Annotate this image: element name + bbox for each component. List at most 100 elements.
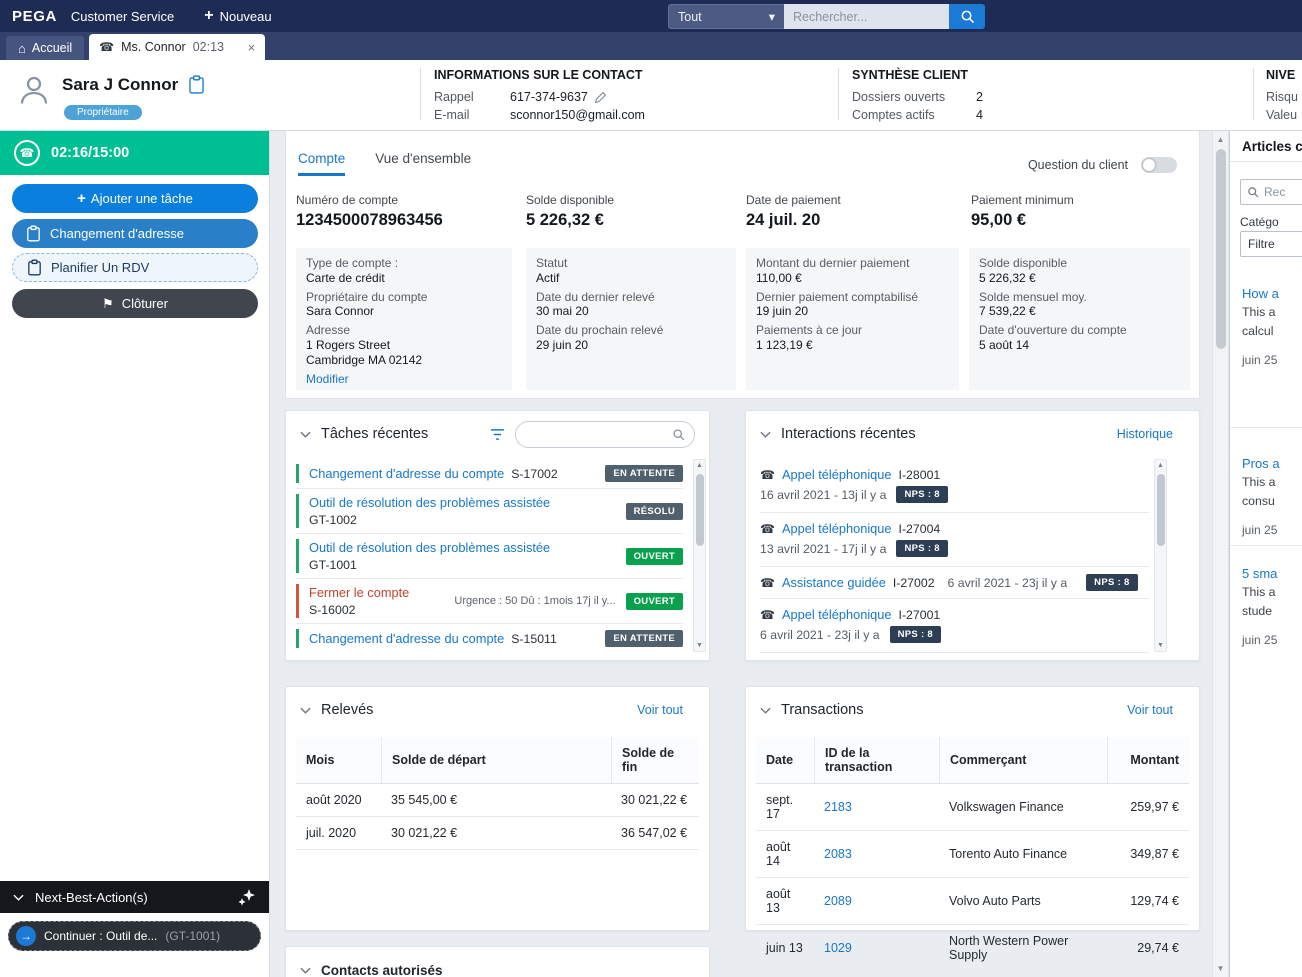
task-urgency-bar bbox=[296, 494, 299, 528]
statements-header: Relevés Voir tout bbox=[286, 687, 709, 733]
email-row: E-mail sconnor150@gmail.com bbox=[434, 108, 645, 122]
category-filter-select[interactable]: Filtre bbox=[1240, 231, 1302, 257]
transaction-row[interactable]: juin 13 1029 North Western Power Supply … bbox=[756, 925, 1189, 972]
nps-badge: NPS : 8 bbox=[889, 626, 941, 643]
interaction-link[interactable]: Appel téléphonique bbox=[782, 607, 892, 622]
task-schedule-appointment-button[interactable]: Planifier Un RDV bbox=[12, 253, 258, 282]
interaction-tab-label: Ms. Connor bbox=[121, 40, 186, 54]
interaction-row[interactable]: ☎ Appel téléphonique I-27001 6 avril 202… bbox=[760, 599, 1149, 653]
search-input[interactable] bbox=[784, 4, 949, 29]
customer-question-toggle[interactable] bbox=[1141, 157, 1177, 173]
transaction-id-link[interactable]: 2083 bbox=[824, 847, 852, 861]
clipboard-icon[interactable] bbox=[189, 75, 204, 94]
article-title-link[interactable]: Pros a bbox=[1242, 456, 1302, 471]
close-tab-icon[interactable]: × bbox=[248, 41, 256, 54]
clipboard-icon bbox=[27, 225, 40, 242]
chevron-down-icon[interactable] bbox=[300, 431, 311, 438]
knowledge-panel-title: Articles c bbox=[1242, 139, 1302, 154]
open-cases-value: 2 bbox=[976, 90, 983, 104]
statement-row[interactable]: août 2020 35 545,00 € 30 021,22 € bbox=[296, 784, 699, 817]
article-title-link[interactable]: How a bbox=[1242, 286, 1302, 301]
scroll-up-icon[interactable]: ▲ bbox=[1213, 135, 1228, 144]
interaction-link[interactable]: Appel téléphonique bbox=[782, 521, 892, 536]
continue-action-button[interactable]: → Continuer : Outil de... (GT-1001) bbox=[8, 921, 261, 951]
search-icon bbox=[673, 428, 685, 440]
transaction-id-link[interactable]: 2183 bbox=[824, 800, 852, 814]
task-link[interactable]: Changement d'adresse du compte bbox=[309, 631, 504, 646]
add-task-button[interactable]: + Ajouter une tâche bbox=[12, 184, 258, 213]
modify-address-link[interactable]: Modifier bbox=[306, 372, 349, 387]
chevron-down-icon[interactable] bbox=[300, 967, 311, 974]
article-date: juin 25 bbox=[1242, 633, 1278, 647]
interaction-tab[interactable]: ☎ Ms. Connor 02:13 × bbox=[89, 34, 266, 60]
scroll-thumb[interactable] bbox=[696, 474, 704, 546]
scroll-up-icon[interactable]: ▲ bbox=[1155, 462, 1166, 469]
task-link[interactable]: Outil de résolution des problèmes assist… bbox=[309, 495, 550, 510]
interaction-link[interactable]: Appel téléphonique bbox=[782, 467, 892, 482]
knowledge-articles-panel: Articles c Catégo Filtre How a This a ca… bbox=[1229, 131, 1302, 977]
wrap-up-button[interactable]: ⚑ Clôturer bbox=[12, 289, 258, 318]
open-cases-label: Dossiers ouverts bbox=[852, 90, 946, 104]
tasks-search-input[interactable] bbox=[515, 420, 695, 448]
statements-view-all-link[interactable]: Voir tout bbox=[637, 703, 695, 717]
tab-vue-densemble[interactable]: Vue d'ensemble bbox=[375, 151, 471, 176]
knowledge-search-input[interactable] bbox=[1264, 185, 1302, 199]
main-scrollbar[interactable]: ▲ ▼ bbox=[1212, 131, 1229, 977]
transactions-table: Date ID de la transaction Commerçant Mon… bbox=[756, 737, 1189, 972]
home-tab[interactable]: ⌂ Accueil bbox=[6, 36, 85, 60]
transaction-row[interactable]: août 13 2089 Volvo Auto Parts 129,74 € bbox=[756, 878, 1189, 925]
balances-card: Solde disponible 5 226,32 € Solde mensue… bbox=[969, 248, 1190, 390]
scroll-down-icon[interactable]: ▼ bbox=[694, 642, 705, 649]
new-button[interactable]: + Nouveau bbox=[204, 8, 271, 24]
task-row[interactable]: Outil de résolution des problèmes assist… bbox=[296, 534, 683, 579]
interaction-row[interactable]: ☎ Appel téléphonique I-27004 13 avril 20… bbox=[760, 513, 1149, 567]
article-title-link[interactable]: 5 sma bbox=[1242, 566, 1302, 581]
transactions-header: Transactions Voir tout bbox=[746, 687, 1199, 733]
active-call-bar: ☎ 02:16/15:00 bbox=[0, 131, 269, 175]
task-row[interactable]: Changement d'adresse du compte S-17002 E… bbox=[296, 459, 683, 489]
next-best-action-bar[interactable]: Next-Best-Action(s) bbox=[0, 881, 269, 913]
interaction-row[interactable]: ☎ Appel téléphonique I-28001 16 avril 20… bbox=[760, 459, 1149, 513]
email-value: sconnor150@gmail.com bbox=[510, 108, 645, 122]
scroll-down-icon[interactable]: ▼ bbox=[1213, 964, 1228, 973]
transaction-id-link[interactable]: 1029 bbox=[824, 941, 852, 955]
scroll-up-icon[interactable]: ▲ bbox=[694, 462, 705, 469]
task-row[interactable]: Changement d'adresse du compte S-15011 E… bbox=[296, 624, 683, 652]
statement-row[interactable]: juil. 2020 30 021,22 € 36 547,02 € bbox=[296, 817, 699, 850]
history-link[interactable]: Historique bbox=[1117, 427, 1185, 441]
interaction-row[interactable]: ☎ Appel téléphonique I-26003 11 mars 202… bbox=[760, 653, 1149, 654]
task-address-change-button[interactable]: Changement d'adresse bbox=[12, 219, 258, 248]
scroll-thumb[interactable] bbox=[1216, 149, 1226, 349]
search-icon bbox=[961, 10, 974, 24]
knowledge-article: Pros a This a consu juin 25 bbox=[1242, 456, 1302, 537]
interaction-row[interactable]: ☎ Assistance guidée I-27002 6 avril 2021… bbox=[760, 567, 1149, 599]
chevron-down-icon[interactable] bbox=[300, 707, 311, 714]
search-button[interactable] bbox=[949, 4, 985, 29]
edit-pencil-icon[interactable] bbox=[594, 91, 607, 104]
task-urgency-bar bbox=[296, 629, 299, 648]
chevron-down-icon[interactable] bbox=[760, 431, 771, 438]
transaction-row[interactable]: août 14 2083 Torento Auto Finance 349,87… bbox=[756, 831, 1189, 878]
scroll-down-icon[interactable]: ▼ bbox=[1155, 642, 1166, 649]
search-scope-select[interactable]: Tout ▾ bbox=[668, 4, 784, 29]
task-link[interactable]: Changement d'adresse du compte bbox=[309, 466, 504, 481]
tab-compte[interactable]: Compte bbox=[298, 151, 346, 176]
filter-icon[interactable] bbox=[490, 428, 505, 441]
chevron-down-icon[interactable] bbox=[760, 707, 771, 714]
scroll-thumb[interactable] bbox=[1157, 474, 1165, 546]
phone-icon: ☎ bbox=[760, 607, 775, 622]
transaction-row[interactable]: sept. 17 2183 Volkswagen Finance 259,97 … bbox=[756, 784, 1189, 831]
interactions-scrollbar[interactable]: ▲ ▼ bbox=[1154, 459, 1167, 652]
task-row[interactable]: Fermer le compte S-16002 Urgence : 50 Dû… bbox=[296, 579, 683, 624]
task-urgency-bar bbox=[296, 584, 299, 618]
transactions-panel: Transactions Voir tout Date ID de la tra… bbox=[745, 686, 1200, 972]
transactions-view-all-link[interactable]: Voir tout bbox=[1127, 703, 1185, 717]
interaction-list: ☎ Appel téléphonique I-28001 16 avril 20… bbox=[760, 459, 1149, 654]
task-link[interactable]: Fermer le compte bbox=[309, 585, 409, 600]
transaction-id-link[interactable]: 2089 bbox=[824, 894, 852, 908]
task-row[interactable]: Outil de résolution des problèmes assist… bbox=[296, 489, 683, 534]
interaction-link[interactable]: Assistance guidée bbox=[782, 575, 886, 590]
tasks-scrollbar[interactable]: ▲ ▼ bbox=[693, 459, 706, 652]
task-link[interactable]: Outil de résolution des problèmes assist… bbox=[309, 540, 550, 555]
phone-row: Rappel 617-374-9637 bbox=[434, 90, 607, 104]
